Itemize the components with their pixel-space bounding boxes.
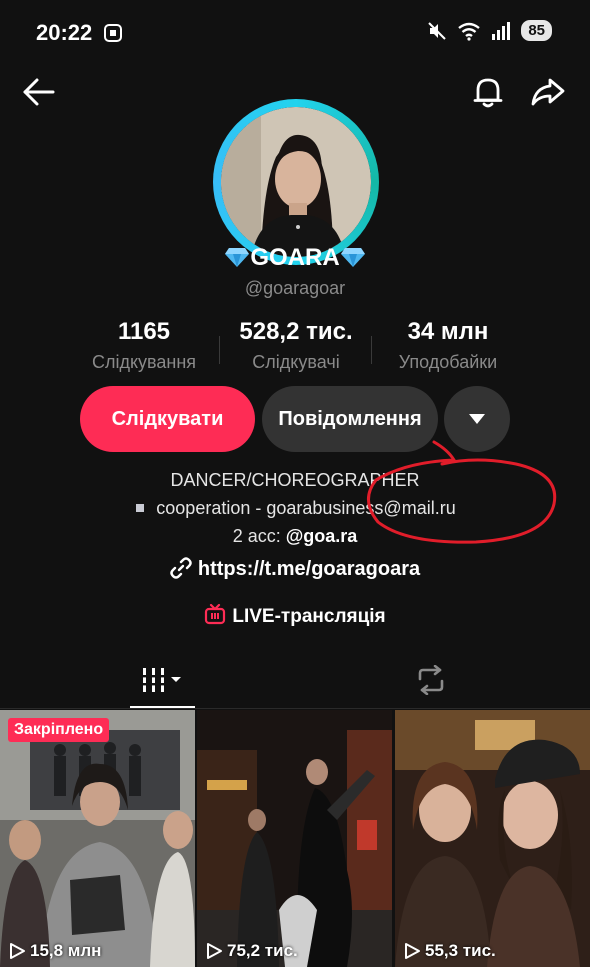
bio-line-1: DANCER/CHOREOGRAPHER xyxy=(170,470,420,490)
video-tile[interactable]: 55,3 тис. xyxy=(395,710,590,967)
back-arrow-icon xyxy=(23,78,55,106)
video-views: 55,3 тис. xyxy=(403,941,496,961)
mute-icon xyxy=(428,21,447,40)
avatar[interactable] xyxy=(221,107,371,257)
status-bar: 20:22 85 xyxy=(0,0,590,68)
notifications-button[interactable] xyxy=(468,70,508,114)
live-tv-icon xyxy=(205,603,226,625)
screen-record-icon xyxy=(104,24,122,42)
bell-icon xyxy=(473,78,503,108)
active-tab-indicator xyxy=(130,706,195,708)
display-name: GOARA xyxy=(250,244,340,271)
video-views-count: 15,8 млн xyxy=(30,941,102,960)
message-button[interactable]: Повідомлення xyxy=(262,386,438,452)
bio-link-row[interactable]: https://t.me/goaragoara xyxy=(0,557,590,581)
video-grid: Закріплено 15,8 млн 75,2 тис. 55,3 тис. xyxy=(0,710,590,967)
back-button[interactable] xyxy=(18,70,58,114)
videos-grid-icon xyxy=(142,668,181,692)
stat-following-value: 1165 xyxy=(117,318,171,345)
bio-link[interactable]: https://t.me/goaragoara xyxy=(198,558,420,580)
stat-followers[interactable]: 528,2 тис. Слідкувачі xyxy=(222,318,370,373)
username: @goaragoar xyxy=(244,278,346,298)
share-button[interactable] xyxy=(528,70,568,114)
stat-likes-value: 34 млн xyxy=(407,318,489,345)
video-views: 15,8 млн xyxy=(8,941,101,961)
share-icon xyxy=(531,78,565,106)
play-icon xyxy=(207,943,222,959)
stat-followers-label: Слідкувачі xyxy=(252,352,340,372)
tab-reposts[interactable] xyxy=(398,652,463,708)
wifi-icon xyxy=(458,22,481,41)
stat-following[interactable]: 1165 Слідкування xyxy=(70,318,218,373)
video-thumbnail xyxy=(395,710,590,967)
status-time: 20:22 xyxy=(36,20,93,45)
video-thumbnail xyxy=(197,710,392,967)
gem-icon xyxy=(340,248,365,267)
bullet-icon xyxy=(136,504,145,512)
bio-second-account-handle[interactable]: @goa.ra xyxy=(286,526,358,546)
content-tabs xyxy=(0,652,590,709)
link-icon xyxy=(170,557,192,579)
bio-second-account-label: 2 acc: xyxy=(232,526,286,546)
bio-contact: cooperation - goarabusiness@mail.ru xyxy=(156,498,456,518)
more-options-button[interactable] xyxy=(444,386,510,452)
play-icon xyxy=(405,943,420,959)
signal-icon xyxy=(492,21,511,40)
follow-button[interactable]: Слідкувати xyxy=(80,386,255,452)
stat-divider xyxy=(371,336,372,364)
tab-videos[interactable] xyxy=(130,652,195,708)
chevron-down-icon xyxy=(469,414,485,424)
video-thumbnail xyxy=(0,710,195,967)
video-views: 75,2 тис. xyxy=(205,941,298,961)
live-button[interactable]: LIVE-трансляція xyxy=(0,603,590,628)
video-tile[interactable]: Закріплено 15,8 млн xyxy=(0,710,195,967)
profile-actions: Слідкувати Повідомлення xyxy=(0,386,590,452)
profile-stats: 1165 Слідкування 528,2 тис. Слідкувачі 3… xyxy=(0,318,590,378)
stat-likes-label: Уподобайки xyxy=(398,352,498,372)
display-name-row: GOARA xyxy=(0,244,590,272)
video-tile[interactable]: 75,2 тис. xyxy=(197,710,392,967)
pinned-badge: Закріплено xyxy=(8,718,110,742)
bio-line-3: 2 acc: @goa.ra xyxy=(0,526,590,547)
bio-line-2: cooperation - goarabusiness@mail.ru xyxy=(0,498,590,519)
stat-divider xyxy=(219,336,220,364)
play-icon xyxy=(10,943,25,959)
repost-icon xyxy=(418,665,443,695)
video-views-count: 55,3 тис. xyxy=(425,941,496,960)
live-label: LIVE-трансляція xyxy=(232,606,386,627)
video-views-count: 75,2 тис. xyxy=(227,941,298,960)
gem-icon xyxy=(225,248,250,267)
stat-followers-value: 528,2 тис. xyxy=(239,318,353,345)
stat-likes[interactable]: 34 млн Уподобайки xyxy=(374,318,522,373)
stat-following-label: Слідкування xyxy=(91,352,197,372)
avatar-ring xyxy=(213,99,379,265)
battery-level: 85 xyxy=(521,20,552,41)
